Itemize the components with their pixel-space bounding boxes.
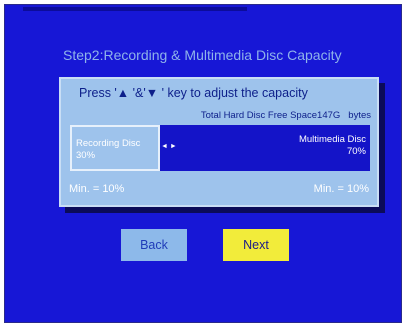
free-space-value: 147G bbox=[317, 110, 341, 121]
recording-disc-label: Recording Disc bbox=[76, 138, 141, 149]
next-button[interactable]: Next bbox=[223, 229, 289, 261]
page-title: Step2:Recording & Multimedia Disc Capaci… bbox=[63, 47, 342, 63]
screen: Step2:Recording & Multimedia Disc Capaci… bbox=[0, 0, 406, 327]
tv-screen: Step2:Recording & Multimedia Disc Capaci… bbox=[4, 4, 402, 323]
adjust-arrows-icon[interactable]: ◄ ► bbox=[161, 142, 177, 151]
multimedia-disc-percent: 70% bbox=[346, 146, 366, 157]
free-space-label: Total Hard Disc Free Space bbox=[200, 110, 318, 121]
free-space-unit: bytes bbox=[348, 110, 371, 121]
top-edge-decoration bbox=[23, 7, 247, 11]
capacity-panel: Press '▲ '&'▼ ' key to adjust the capaci… bbox=[59, 77, 379, 207]
recording-disc-segment[interactable]: Recording Disc 30% bbox=[70, 125, 160, 171]
recording-disc-percent: 30% bbox=[76, 150, 96, 161]
instruction-text: Press '▲ '&'▼ ' key to adjust the capaci… bbox=[79, 86, 308, 100]
recording-min-label: Min. = 10% bbox=[69, 183, 125, 195]
multimedia-min-label: Min. = 10% bbox=[313, 183, 369, 195]
capacity-bar[interactable]: Recording Disc 30% ◄ ► Multimedia Disc 7… bbox=[70, 125, 370, 171]
multimedia-disc-label: Multimedia Disc bbox=[298, 134, 366, 145]
back-button[interactable]: Back bbox=[121, 229, 187, 261]
free-space-info: Total Hard Disc Free Space147G bytes bbox=[201, 110, 371, 121]
